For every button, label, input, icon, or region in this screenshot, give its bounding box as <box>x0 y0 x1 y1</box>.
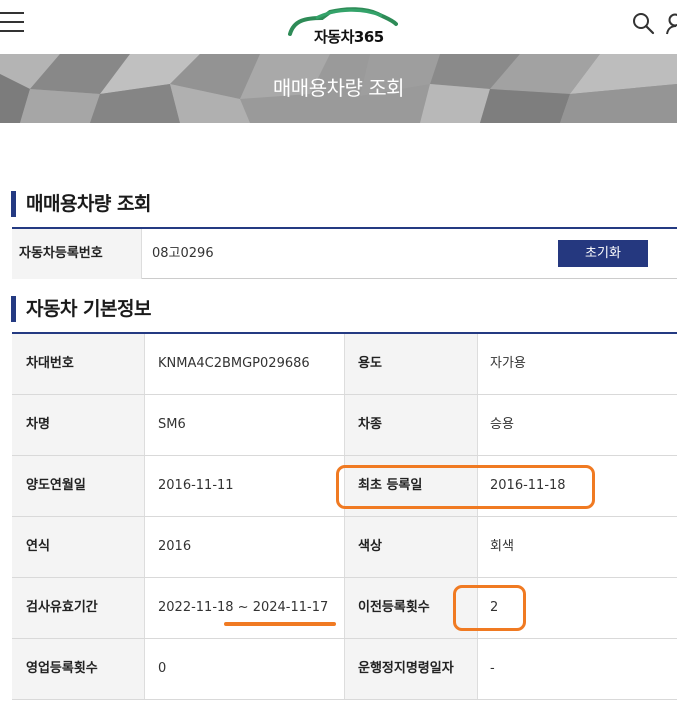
row-value: KNMA4C2BMGP029686 <box>145 334 345 394</box>
row-value: 0 <box>145 639 345 699</box>
user-icon[interactable] <box>666 12 677 36</box>
row-label: 영업등록횟수 <box>12 639 145 699</box>
table-row: 차명 SM6 차종 승용 <box>12 395 677 456</box>
row-value: SM6 <box>145 395 345 455</box>
reset-button[interactable]: 초기화 <box>558 240 648 267</box>
row-value: 2016-11-11 <box>145 456 345 516</box>
row-label: 색상 <box>345 517 478 577</box>
registration-number-label: 자동차등록번호 <box>12 229 142 279</box>
row-value: 승용 <box>490 417 514 432</box>
registration-number-value: 08고0296 <box>152 246 214 261</box>
row-value: 2016 <box>145 517 345 577</box>
search-table: 자동차등록번호 08고0296 초기화 <box>12 227 677 279</box>
row-label: 용도 <box>345 334 478 394</box>
basic-info-table: 차대번호 KNMA4C2BMGP029686 용도 자가용 차명 SM6 차종 … <box>12 332 677 700</box>
banner-title: 매매용차량 조회 <box>272 76 405 100</box>
section-title-basic-info: 자동차 기본정보 <box>11 296 151 322</box>
top-bar: 자동차365 <box>0 0 677 54</box>
inspection-period-underline <box>224 622 336 626</box>
row-value: - <box>490 661 495 676</box>
row-label: 차대번호 <box>12 334 145 394</box>
table-row: 차대번호 KNMA4C2BMGP029686 용도 자가용 <box>12 334 677 395</box>
row-label: 차명 <box>12 395 145 455</box>
table-row: 연식 2016 색상 회색 <box>12 517 677 578</box>
table-row: 검사유효기간 2022-11-18 ~ 2024-11-17 이전등록횟수 2 <box>12 578 677 639</box>
row-value: 자가용 <box>490 356 526 371</box>
hamburger-menu-icon[interactable] <box>0 12 24 34</box>
row-label: 운행정지명령일자 <box>345 639 478 699</box>
row-label: 차종 <box>345 395 478 455</box>
first-registration-highlight <box>336 465 595 509</box>
section-title-search: 매매용차량 조회 <box>11 191 151 217</box>
search-icon[interactable] <box>632 12 656 36</box>
page-banner: 매매용차량 조회 <box>0 54 677 123</box>
transfer-count-highlight <box>453 585 526 631</box>
row-label: 연식 <box>12 517 145 577</box>
logo[interactable]: 자동차365 <box>286 6 398 48</box>
row-label: 양도연월일 <box>12 456 145 516</box>
logo-text: 자동차365 <box>314 28 384 46</box>
table-row: 영업등록횟수 0 운행정지명령일자 - <box>12 639 677 700</box>
row-value: 회색 <box>490 539 514 554</box>
row-label: 검사유효기간 <box>12 578 145 638</box>
row-value: 2022-11-18 ~ 2024-11-17 <box>145 578 345 638</box>
